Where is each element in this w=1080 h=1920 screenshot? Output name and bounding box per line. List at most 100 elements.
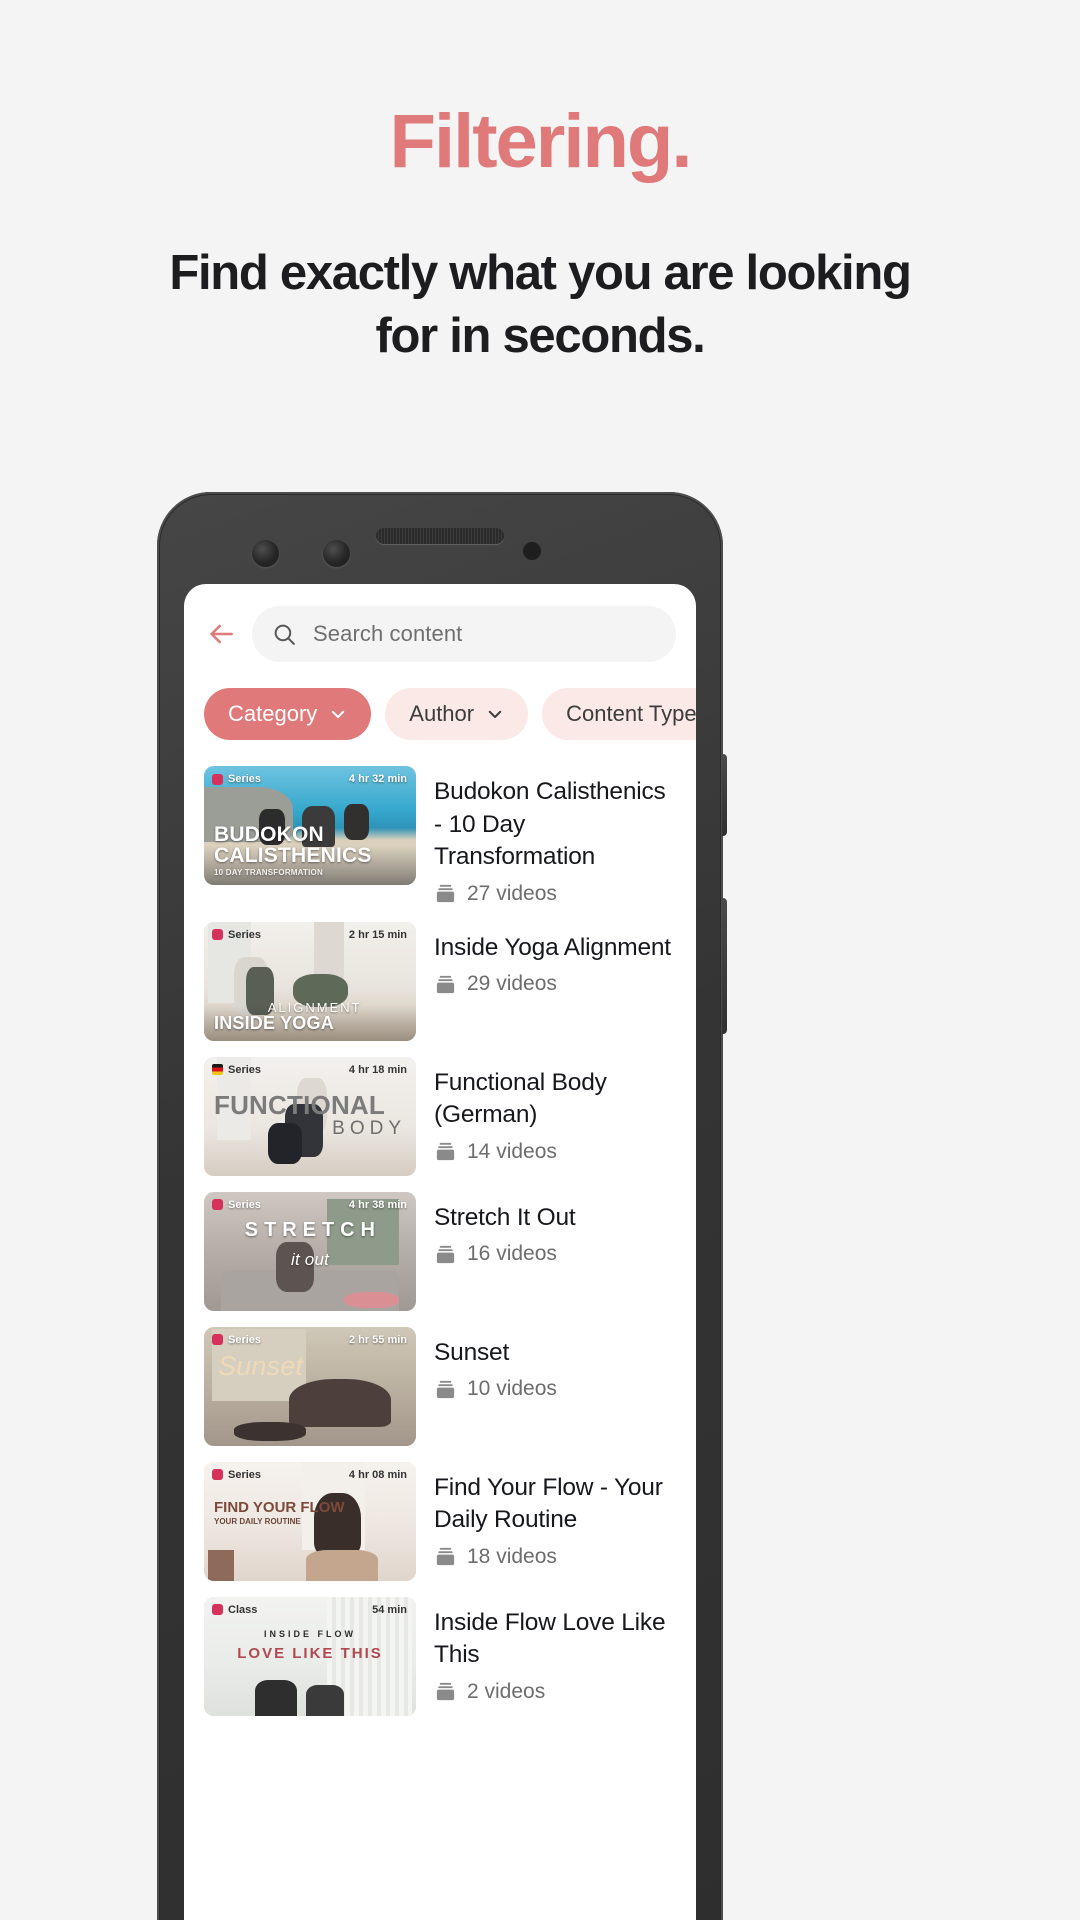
series-badge-icon [212,1334,223,1346]
thumbnail-duration: 4 hr 32 min [348,773,407,785]
list-item-count-label: 27 videos [467,881,557,905]
list-item-meta: Inside Yoga Alignment 29 videos [434,922,680,997]
list-item[interactable]: Series 4 hr 32 min BUDOKON CALISTHENICS … [184,758,696,914]
list-item[interactable]: Series 4 hr 08 min FIND YOUR FLOW YOUR D… [184,1454,696,1589]
list-item-count: 29 videos [434,972,680,996]
thumbnail-badge: Series [212,1334,261,1346]
thumbnail[interactable]: Series 2 hr 15 min ALIGNMENT INSIDE YOGA [204,921,416,1041]
list-item-count-label: 10 videos [467,1377,557,1401]
list-item[interactable]: Series 4 hr 18 min FUNCTIONAL BODY Funct… [184,1049,696,1184]
proximity-sensor-icon [523,542,541,560]
list-item-meta: Functional Body (German) 14 videos [434,1057,680,1164]
filter-chips-row[interactable]: Category Author Content Type [184,670,696,758]
thumbnail-duration: 54 min [372,1603,407,1616]
thumbnail-duration: 4 hr 08 min [348,1468,407,1481]
thumbnail-title: FUNCTIONAL BODY [214,1090,406,1139]
thumbnail-duration: 4 hr 38 min [348,1198,407,1211]
power-button[interactable] [722,754,727,836]
thumbnail[interactable]: Series 4 hr 08 min FIND YOUR FLOW YOUR D… [204,1461,416,1581]
thumbnail[interactable]: Series 4 hr 18 min FUNCTIONAL BODY [204,1056,416,1176]
series-badge-icon [212,929,223,941]
series-badge-icon [212,1469,223,1481]
thumbnail-title: FIND YOUR FLOW YOUR DAILY ROUTINE [214,1498,345,1527]
earpiece-speaker-icon [376,528,504,544]
filter-chip-content-type[interactable]: Content Type [542,688,696,740]
stack-icon [434,973,457,996]
filter-chip-author[interactable]: Author [385,688,529,740]
thumbnail-badge: Series [212,1064,261,1076]
list-item-title: Stretch It Out [434,1203,576,1231]
list-item-title: Inside Flow Love Like This [434,1608,666,1669]
search-placeholder: Search content [313,621,463,646]
search-input[interactable]: Search content [252,606,676,662]
list-item-count: 27 videos [434,882,680,906]
list-item-meta: Find Your Flow - Your Daily Routine 18 v… [434,1462,680,1569]
list-item-count-label: 16 videos [467,1242,557,1266]
thumbnail-title: Sunset [218,1350,304,1381]
thumbnail-title: S T R E T C H it out [244,1219,376,1269]
stack-icon [434,1378,457,1401]
search-bar: Search content [184,584,696,670]
thumbnail-badge: Series [212,1199,261,1211]
list-item-title: Functional Body (German) [434,1068,607,1129]
list-item-title: Sunset [434,1338,510,1366]
list-item[interactable]: Series 2 hr 15 min ALIGNMENT INSIDE YOGA… [184,914,696,1049]
list-item-count: 10 videos [434,1377,680,1401]
thumbnail-duration: 2 hr 55 min [348,1333,407,1346]
list-item-count-label: 29 videos [467,972,557,996]
list-item-meta: Stretch It Out 16 videos [434,1192,680,1267]
thumbnail[interactable]: Series 4 hr 32 min BUDOKON CALISTHENICS … [204,766,416,885]
list-item-meta: Inside Flow Love Like This 2 videos [434,1597,680,1704]
list-item-count: 16 videos [434,1242,680,1266]
thumbnail[interactable]: Series 2 hr 55 min Sunset [204,1326,416,1446]
filter-chip-category[interactable]: Category [204,688,372,740]
list-item[interactable]: Class 54 min INSIDE FLOW LOVE LIKE THIS … [184,1589,696,1724]
thumbnail-badge-label: Series [228,1198,262,1211]
page-title: Filtering. [389,99,693,184]
page-subtitle: Find exactly what you are looking for in… [169,246,912,363]
list-item-meta: Sunset 10 videos [434,1327,680,1402]
headline-block: Filtering. Find exactly what you are loo… [0,104,1080,367]
filter-chip-author-label: Author [409,701,475,726]
thumbnail-badge: Series [212,1469,261,1481]
stack-icon [434,1140,457,1163]
list-item-count: 14 videos [434,1140,680,1164]
arrow-left-icon[interactable] [204,617,238,651]
list-item[interactable]: Series 4 hr 38 min S T R E T C H it out … [184,1184,696,1319]
phone-mockup: Search content Category Author Content T… [157,492,727,1920]
promo-page: Filtering. Find exactly what you are loo… [0,0,1080,1920]
search-icon [272,622,297,647]
stack-icon [434,1680,457,1703]
thumbnail-badge-label: Series [228,1063,262,1076]
thumbnail-badge-label: Series [228,928,262,941]
chevron-down-icon [486,705,504,723]
thumbnail[interactable]: Series 4 hr 38 min S T R E T C H it out [204,1191,416,1311]
thumbnail-duration: 4 hr 18 min [348,1063,407,1076]
list-item-count-label: 2 videos [467,1679,546,1703]
phone-screen: Search content Category Author Content T… [184,584,696,1920]
list-item-title: Find Your Flow - Your Daily Routine [434,1473,663,1534]
thumbnail[interactable]: Class 54 min INSIDE FLOW LOVE LIKE THIS [204,1596,416,1716]
front-camera-secondary-icon [323,540,350,567]
series-badge-icon [212,773,223,785]
volume-button[interactable] [722,898,727,1034]
list-item-count-label: 14 videos [467,1139,557,1163]
thumbnail-title: ALIGNMENT INSIDE YOGA [214,1000,362,1034]
thumbnail-duration: 2 hr 15 min [348,928,407,941]
stack-icon [434,1243,457,1266]
filter-chip-category-label: Category [228,701,318,726]
thumbnail-badge-label: Series [228,1468,262,1481]
thumbnail-badge-label: Series [228,773,262,785]
list-item-title: Budokon Calisthenics - 10 Day Transforma… [434,778,666,871]
thumbnail-badge-label: Series [228,1333,262,1346]
thumbnail-badge: Class [212,1604,257,1616]
filter-chip-content-type-label: Content Type [566,701,696,726]
chevron-down-icon [329,705,347,723]
thumbnail-badge: Series [212,929,261,941]
list-item[interactable]: Series 2 hr 55 min Sunset Sunset 10 vide… [184,1319,696,1454]
list-item-title: Inside Yoga Alignment [434,933,671,961]
list-item-count: 2 videos [434,1680,680,1704]
thumbnail-badge: Series [212,773,261,785]
front-camera-icon [252,540,279,567]
german-flag-icon [212,1064,223,1076]
